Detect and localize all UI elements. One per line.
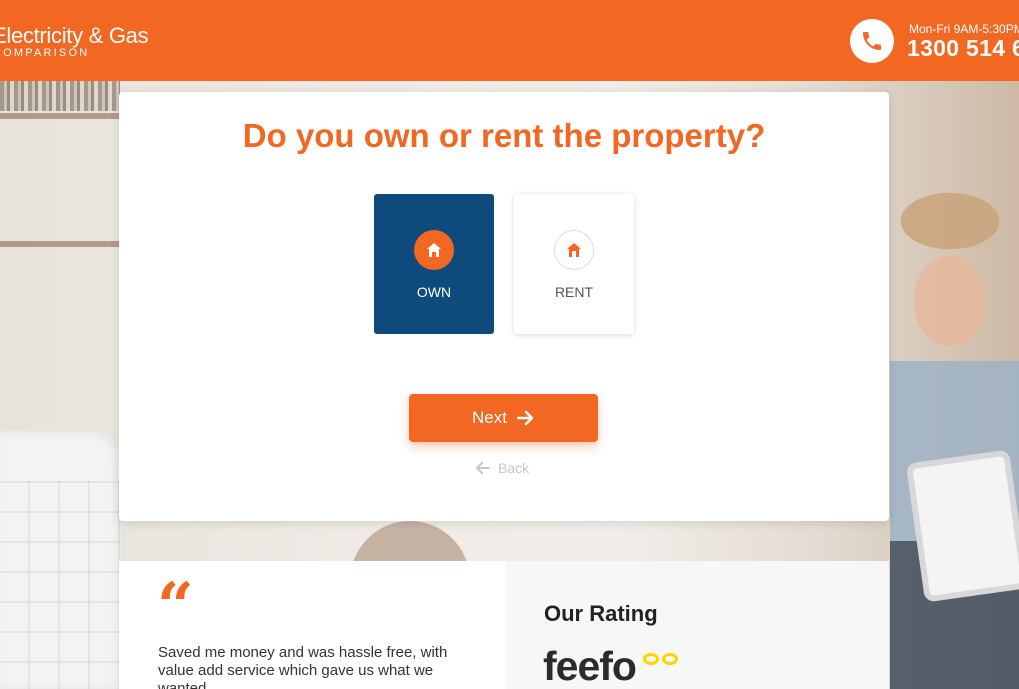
tablet-device xyxy=(905,449,1019,603)
phone-number[interactable]: 1300 514 6 xyxy=(907,35,1019,62)
rating-title: Our Rating xyxy=(544,601,658,626)
question-title: Do you own or rent the property? xyxy=(242,117,766,154)
shelf xyxy=(0,113,120,119)
logo-title: Electricity & Gas xyxy=(0,23,149,48)
phone-icon[interactable] xyxy=(850,19,894,63)
option-own-label: OWN xyxy=(416,284,452,300)
feefo-eyes-icon xyxy=(643,653,678,665)
next-button[interactable]: Next xyxy=(409,394,598,442)
house-icon xyxy=(554,230,594,270)
family-figure xyxy=(890,161,1019,689)
option-rent[interactable]: RENT xyxy=(514,194,634,334)
quote-mark-icon: “ xyxy=(157,569,194,644)
option-own[interactable]: OWN xyxy=(374,194,494,334)
phone-hours: Mon-Fri 9AM-5:30PM xyxy=(909,22,1019,36)
testimonial-text: Saved me money and was hassle free, with… xyxy=(158,644,448,689)
arrow-left-icon xyxy=(476,462,490,474)
logo-subtitle: COMPARISON xyxy=(0,47,90,59)
testimonial-panel: “ Saved me money and was hassle free, wi… xyxy=(119,561,505,689)
rating-panel: Our Rating feefo xyxy=(505,561,889,689)
back-link-label: Back xyxy=(498,460,530,476)
sofa-cushions xyxy=(0,481,120,689)
shelf xyxy=(0,241,120,247)
house-icon xyxy=(414,230,454,270)
bookshelf-books xyxy=(0,81,120,111)
site-header: Electricity & Gas COMPARISON Mon-Fri 9AM… xyxy=(0,0,1019,81)
question-card: Do you own or rent the property? OWN REN… xyxy=(119,92,889,521)
option-rent-label: RENT xyxy=(554,284,594,300)
site-logo[interactable]: Electricity & Gas COMPARISON xyxy=(0,23,149,59)
next-button-label: Next xyxy=(472,408,507,427)
arrow-right-icon xyxy=(516,410,534,426)
feefo-logo[interactable]: feefo xyxy=(543,643,637,689)
back-link[interactable]: Back xyxy=(476,460,529,476)
